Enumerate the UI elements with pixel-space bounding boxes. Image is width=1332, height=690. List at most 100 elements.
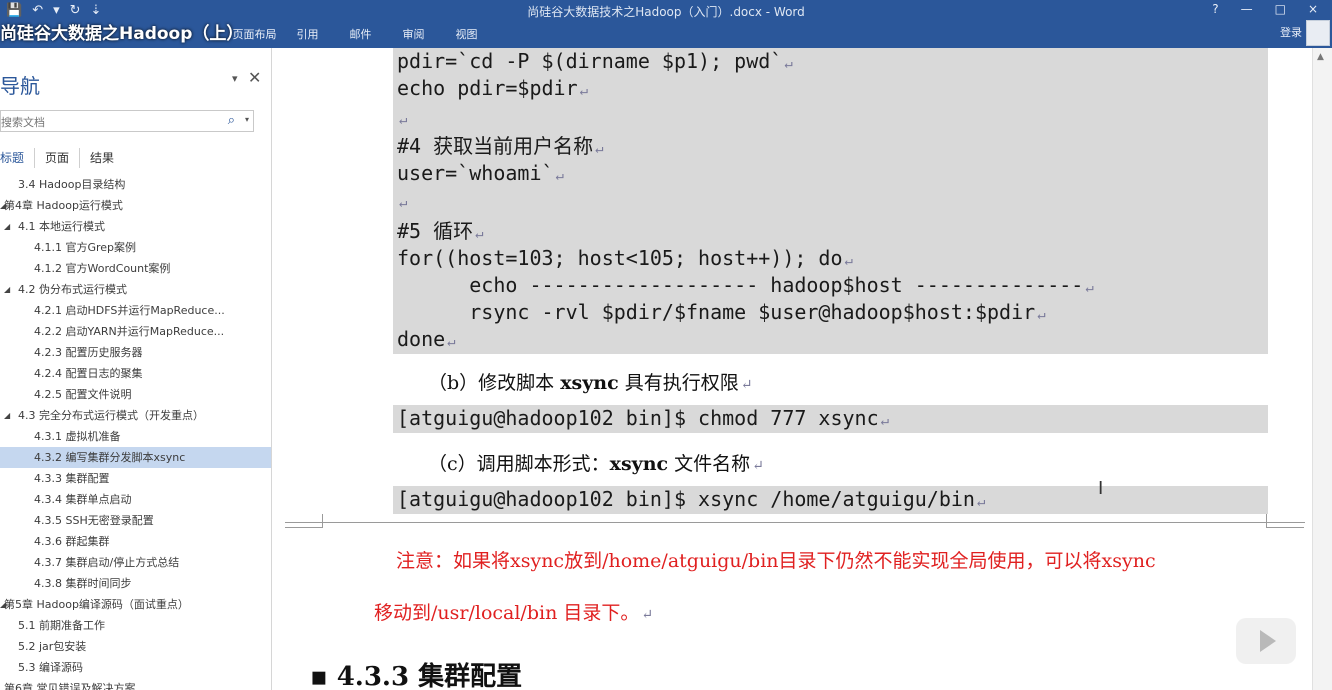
outline-item[interactable]: 4.3.8 集群时间同步: [0, 573, 271, 594]
code-line: done ↵: [397, 327, 456, 351]
outline-item-label: 4.2.3 配置历史服务器: [34, 346, 143, 359]
outline-item-label: 4.3.7 集群启动/停止方式总结: [34, 556, 180, 569]
outline-item-label: 4.3 完全分布式运行模式（开发重点）: [18, 409, 204, 422]
restore-button[interactable]: □: [1275, 2, 1286, 16]
ribbon-tabs: 页面布局 引用 邮件 审阅 视图: [228, 26, 493, 42]
code-line: rsync -rvl $pdir/$fname $user@hadoop$hos…: [397, 300, 1046, 324]
outline-item[interactable]: 5.1 前期准备工作: [0, 615, 271, 636]
outline-item[interactable]: 4.3.1 虚拟机准备: [0, 426, 271, 447]
code-line: ↵: [399, 195, 408, 211]
outline-item[interactable]: ◢ 第5章 Hadoop编译源码（面试重点）: [0, 594, 271, 615]
nav-search-input[interactable]: [1, 113, 211, 133]
outline-item-label: 3.4 Hadoop目录结构: [18, 178, 126, 191]
paragraph-mark: ↵: [752, 458, 764, 474]
page-break: [285, 522, 1305, 523]
step-c-prefix: （c）调用脚本形式：: [428, 453, 610, 475]
outline-item-label: 第6章 常见错误及解决方案: [4, 682, 136, 690]
outline-item-label: 4.3.1 虚拟机准备: [34, 430, 121, 443]
outline-item[interactable]: 4.2.3 配置历史服务器: [0, 342, 271, 363]
outline-item-label: 4.2.4 配置日志的聚集: [34, 367, 143, 380]
nav-close-icon[interactable]: ✕: [248, 68, 261, 87]
outline-item[interactable]: ◢ 第4章 Hadoop运行模式: [0, 195, 271, 216]
collapse-triangle-icon[interactable]: ◢: [4, 279, 10, 300]
outline-item[interactable]: 4.1.1 官方Grep案例: [0, 237, 271, 258]
outline-item-label: 5.1 前期准备工作: [18, 619, 105, 632]
outline-item[interactable]: 4.1.2 官方WordCount案例: [0, 258, 271, 279]
document-title: 尚硅谷大数据技术之Hadoop（入门）.docx - Word: [527, 5, 805, 19]
code-line: ↵: [399, 112, 408, 128]
vertical-scrollbar[interactable]: ▲: [1312, 48, 1332, 690]
nav-tabs: 标题 页面 结果: [0, 148, 124, 168]
outline-item[interactable]: 4.3.5 SSH无密登录配置: [0, 510, 271, 531]
outline-item[interactable]: 4.3.3 集群配置: [0, 468, 271, 489]
outline-item[interactable]: 4.3.7 集群启动/停止方式总结: [0, 552, 271, 573]
ribbon-tab[interactable]: 视图: [440, 26, 493, 42]
tab-headings[interactable]: 标题: [0, 148, 36, 168]
nav-options-icon[interactable]: ▾: [232, 72, 238, 85]
ribbon-tab[interactable]: 邮件: [334, 26, 387, 42]
help-button[interactable]: ?: [1212, 2, 1218, 16]
outline-item[interactable]: ◢ 4.1 本地运行模式: [0, 216, 271, 237]
outline-item[interactable]: 4.2.5 配置文件说明: [0, 384, 271, 405]
close-button[interactable]: ×: [1308, 2, 1318, 16]
nav-search-box: ⌕ ▾: [0, 110, 254, 133]
outline-item[interactable]: 5.2 jar包安装: [0, 636, 271, 657]
avatar[interactable]: [1306, 20, 1330, 46]
section-heading: ▪ 4.3.3 集群配置: [310, 656, 522, 690]
search-dropdown-icon[interactable]: ▾: [245, 115, 249, 124]
outline-item[interactable]: 3.4 Hadoop目录结构: [0, 174, 271, 195]
ribbon-tab[interactable]: 引用: [281, 26, 334, 42]
outline-item-label: 4.3.4 集群单点启动: [34, 493, 132, 506]
tab-pages[interactable]: 页面: [35, 148, 81, 168]
outline-item-label: 4.1.2 官方WordCount案例: [34, 262, 171, 275]
outline-item-label: 4.3.3 集群配置: [34, 472, 110, 485]
outline-item-label: 4.1 本地运行模式: [18, 220, 105, 233]
code-block-script: pdir=`cd -P $(dirname $p1); pwd` ↵ echo pd…: [393, 48, 1268, 354]
text-cursor-icon: I: [1098, 478, 1104, 499]
outline-item[interactable]: 4.3.2 编写集群分发脚本xsync: [0, 447, 271, 468]
outline-item-label: 第4章 Hadoop运行模式: [4, 199, 123, 212]
search-icon[interactable]: ⌕: [228, 113, 235, 128]
sign-in-link[interactable]: 登录: [1280, 24, 1302, 40]
code-block-chmod: [atguigu@hadoop102 bin]$ chmod 777 xsync…: [393, 405, 1268, 433]
step-b-prefix: （b）修改脚本: [428, 372, 561, 394]
outline-item[interactable]: 第6章 常见错误及解决方案: [0, 678, 271, 690]
step-b-command: xsync: [560, 372, 619, 394]
outline-item[interactable]: 4.2.4 配置日志的聚集: [0, 363, 271, 384]
page-corner-mark: [285, 514, 323, 528]
outline-item[interactable]: ◢ 4.3 完全分布式运行模式（开发重点）: [0, 405, 271, 426]
tab-results[interactable]: 结果: [80, 148, 124, 168]
collapse-triangle-icon[interactable]: ◢: [4, 405, 10, 426]
chmod-command: [atguigu@hadoop102 bin]$ chmod 777 xsync…: [397, 406, 890, 430]
outline-item-label: 4.2.1 启动HDFS并运行MapReduce...: [34, 304, 225, 317]
outline-item-label: 4.1.1 官方Grep案例: [34, 241, 137, 254]
scroll-up-icon[interactable]: ▲: [1317, 52, 1324, 62]
outline-item[interactable]: 4.2.2 启动YARN并运行MapReduce...: [0, 321, 271, 342]
outline-item-label: 第5章 Hadoop编译源码（面试重点）: [4, 598, 189, 611]
outline-item-label: 4.3.8 集群时间同步: [34, 577, 132, 590]
code-block-xsync: [atguigu@hadoop102 bin]$ xsync /home/atg…: [393, 486, 1268, 514]
outline-item-label: 5.2 jar包安装: [18, 640, 87, 653]
code-line: user=`whoami` ↵: [397, 161, 564, 185]
outline-item-label: 4.2 伪分布式运行模式: [18, 283, 127, 296]
step-b-suffix: 具有执行权限: [618, 372, 739, 394]
xsync-command: [atguigu@hadoop102 bin]$ xsync /home/atg…: [397, 487, 986, 511]
outline-item[interactable]: 4.2.1 启动HDFS并运行MapReduce...: [0, 300, 271, 321]
note-line-2: 移动到/usr/local/bin 目录下。 ↵: [374, 602, 654, 624]
collapse-triangle-icon[interactable]: ◢: [4, 216, 10, 237]
play-icon: [1260, 630, 1276, 652]
outline-item[interactable]: ◢ 4.2 伪分布式运行模式: [0, 279, 271, 300]
heading-outline: 3.4 Hadoop目录结构 ◢ 第4章 Hadoop运行模式 ◢ 4.1 本地运行模式…: [0, 174, 271, 690]
outline-item[interactable]: 4.3.6 群起集群: [0, 531, 271, 552]
video-overlay-title: 尚硅谷大数据之Hadoop（上）: [0, 24, 244, 44]
ribbon-tab[interactable]: 审阅: [387, 26, 440, 42]
step-c-text: （c）调用脚本形式：xsync 文件名称 ↵: [428, 449, 764, 476]
video-play-button[interactable]: [1236, 618, 1296, 664]
code-line: pdir=`cd -P $(dirname $p1); pwd` ↵: [397, 49, 793, 73]
note-line-1: 注意：如果将xsync放到/home/atguigu/bin目录下仍然不能实现全…: [396, 550, 1156, 572]
outline-item[interactable]: 4.3.4 集群单点启动: [0, 489, 271, 510]
code-line: #5 循环 ↵: [397, 219, 484, 243]
outline-item-label: 4.3.2 编写集群分发脚本xsync: [34, 451, 186, 464]
outline-item[interactable]: 5.3 编译源码: [0, 657, 271, 678]
minimize-button[interactable]: —: [1241, 2, 1253, 16]
